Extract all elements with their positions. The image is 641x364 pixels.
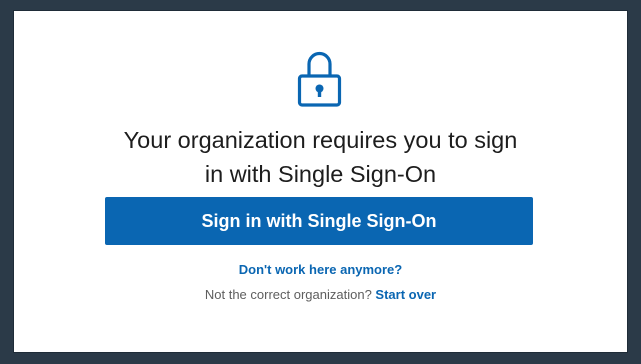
start-over-link[interactable]: Start over [375,287,436,302]
wrong-org-row: Not the correct organization? Start over [0,287,641,303]
window-frame: Your organization requires you to sign i… [0,0,641,364]
page-title-line-2: in with Single Sign-On [204,161,437,187]
page-title: Your organization requires you to sign i… [0,123,641,191]
sign-in-sso-button[interactable]: Sign in with Single Sign-On [105,197,533,245]
lock-icon [297,51,342,107]
page-title-line-1: Your organization requires you to sign [123,127,518,153]
wrong-org-prompt: Not the correct organization? [204,287,376,302]
leave-org-row: Don't work here anymore? [0,262,641,278]
leave-org-link[interactable]: Don't work here anymore? [239,262,402,277]
